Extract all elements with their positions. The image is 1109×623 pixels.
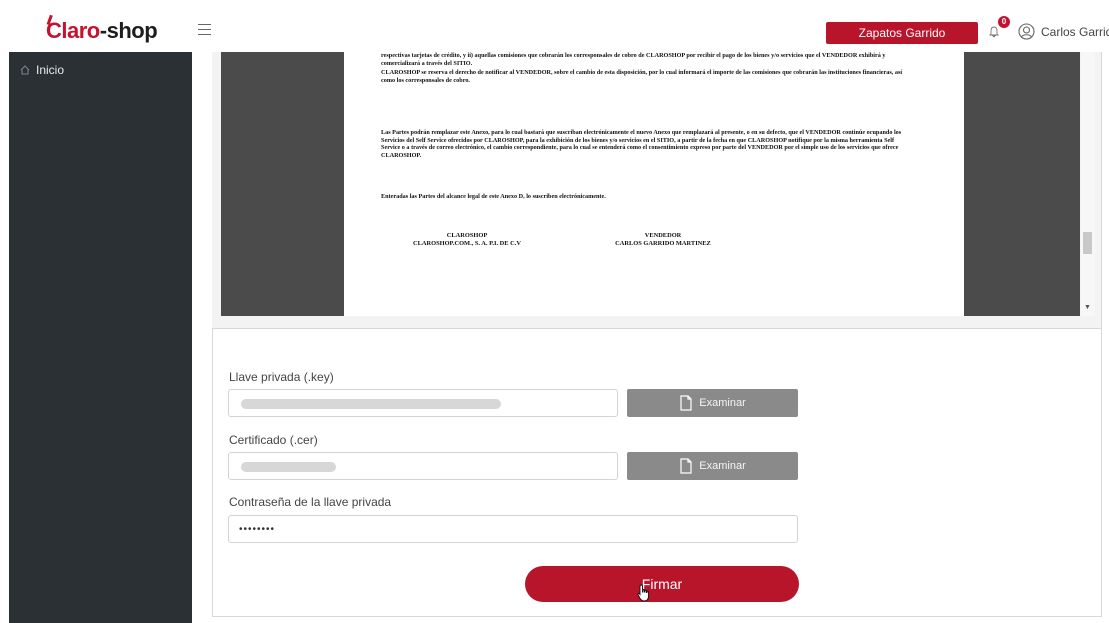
logo-text-shop: -shop bbox=[99, 18, 158, 43]
cer-file-input[interactable] bbox=[228, 452, 618, 480]
key-file-input[interactable] bbox=[228, 389, 618, 417]
pdf-margin-left bbox=[221, 52, 344, 316]
signature-company: CLAROSHOP.COM., S. A. P.I. DE C.V bbox=[412, 240, 521, 247]
top-bar: Claro-shop Zapatos Garrido 0 Carlos Garr… bbox=[0, 0, 1109, 52]
pdf-margin-right bbox=[964, 52, 1080, 316]
scroll-down-arrow-icon[interactable]: ▼ bbox=[1084, 304, 1091, 311]
pdf-viewer[interactable]: respectivas tarjetas de crédito, y ii) a… bbox=[212, 52, 1101, 329]
browse-label: Examinar bbox=[699, 397, 746, 409]
signature-name: CLAROSHOP bbox=[446, 232, 488, 239]
browse-cer-button[interactable]: Examinar bbox=[627, 452, 798, 480]
cer-file-path-blurred bbox=[241, 462, 336, 472]
sign-button[interactable]: Firmar bbox=[525, 566, 799, 602]
hand-cursor-icon bbox=[637, 584, 649, 602]
browse-label: Examinar bbox=[699, 460, 746, 472]
key-file-path-blurred bbox=[241, 399, 501, 409]
file-icon bbox=[680, 395, 692, 411]
home-icon bbox=[20, 65, 30, 75]
scrollbar-thumb[interactable] bbox=[1083, 232, 1092, 254]
store-selector-button[interactable]: Zapatos Garrido bbox=[826, 22, 978, 44]
notification-badge: 0 bbox=[998, 16, 1010, 28]
main-content: respectivas tarjetas de crédito, y ii) a… bbox=[192, 52, 1109, 623]
signature-block-vendedor: VENDEDOR CARLOS GARRIDO MARTINEZ bbox=[588, 232, 738, 248]
bell-icon[interactable] bbox=[988, 25, 1000, 38]
key-file-label: Llave privada (.key) bbox=[229, 370, 334, 384]
password-input[interactable]: •••••••• bbox=[228, 515, 798, 543]
doc-paragraph: Enteradas las Partes del alcance legal d… bbox=[381, 193, 606, 200]
claroshop-logo[interactable]: Claro-shop bbox=[46, 18, 158, 44]
user-avatar-icon[interactable] bbox=[1018, 23, 1035, 40]
hamburger-menu-icon[interactable] bbox=[198, 24, 211, 35]
signature-role: VENDEDOR bbox=[644, 232, 682, 239]
doc-paragraph: Las Partes podrán remplazar este Anexo, … bbox=[381, 129, 902, 159]
doc-paragraph: CLAROSHOP se reserva el derecho de notif… bbox=[381, 69, 903, 84]
user-name[interactable]: Carlos Garrido bbox=[1041, 25, 1109, 39]
sidebar-item-label: Inicio bbox=[36, 63, 65, 77]
signature-block-claroshop: CLAROSHOP CLAROSHOP.COM., S. A. P.I. DE … bbox=[392, 232, 542, 248]
signature-name: CARLOS GARRIDO MARTINEZ bbox=[615, 240, 711, 247]
cer-file-label: Certificado (.cer) bbox=[229, 433, 318, 447]
browse-key-button[interactable]: Examinar bbox=[627, 389, 798, 417]
file-icon bbox=[680, 458, 692, 474]
doc-paragraph: respectivas tarjetas de crédito, y ii) a… bbox=[381, 52, 886, 67]
pdf-page: respectivas tarjetas de crédito, y ii) a… bbox=[344, 52, 964, 316]
sidebar-item-inicio[interactable]: Inicio bbox=[20, 62, 64, 78]
password-label: Contraseña de la llave privada bbox=[229, 495, 392, 509]
password-value: •••••••• bbox=[239, 524, 276, 535]
logo-text-claro: Claro bbox=[46, 18, 100, 43]
pdf-scrollbar[interactable]: ▼ bbox=[1081, 52, 1095, 316]
sidebar: Inicio bbox=[9, 52, 192, 623]
